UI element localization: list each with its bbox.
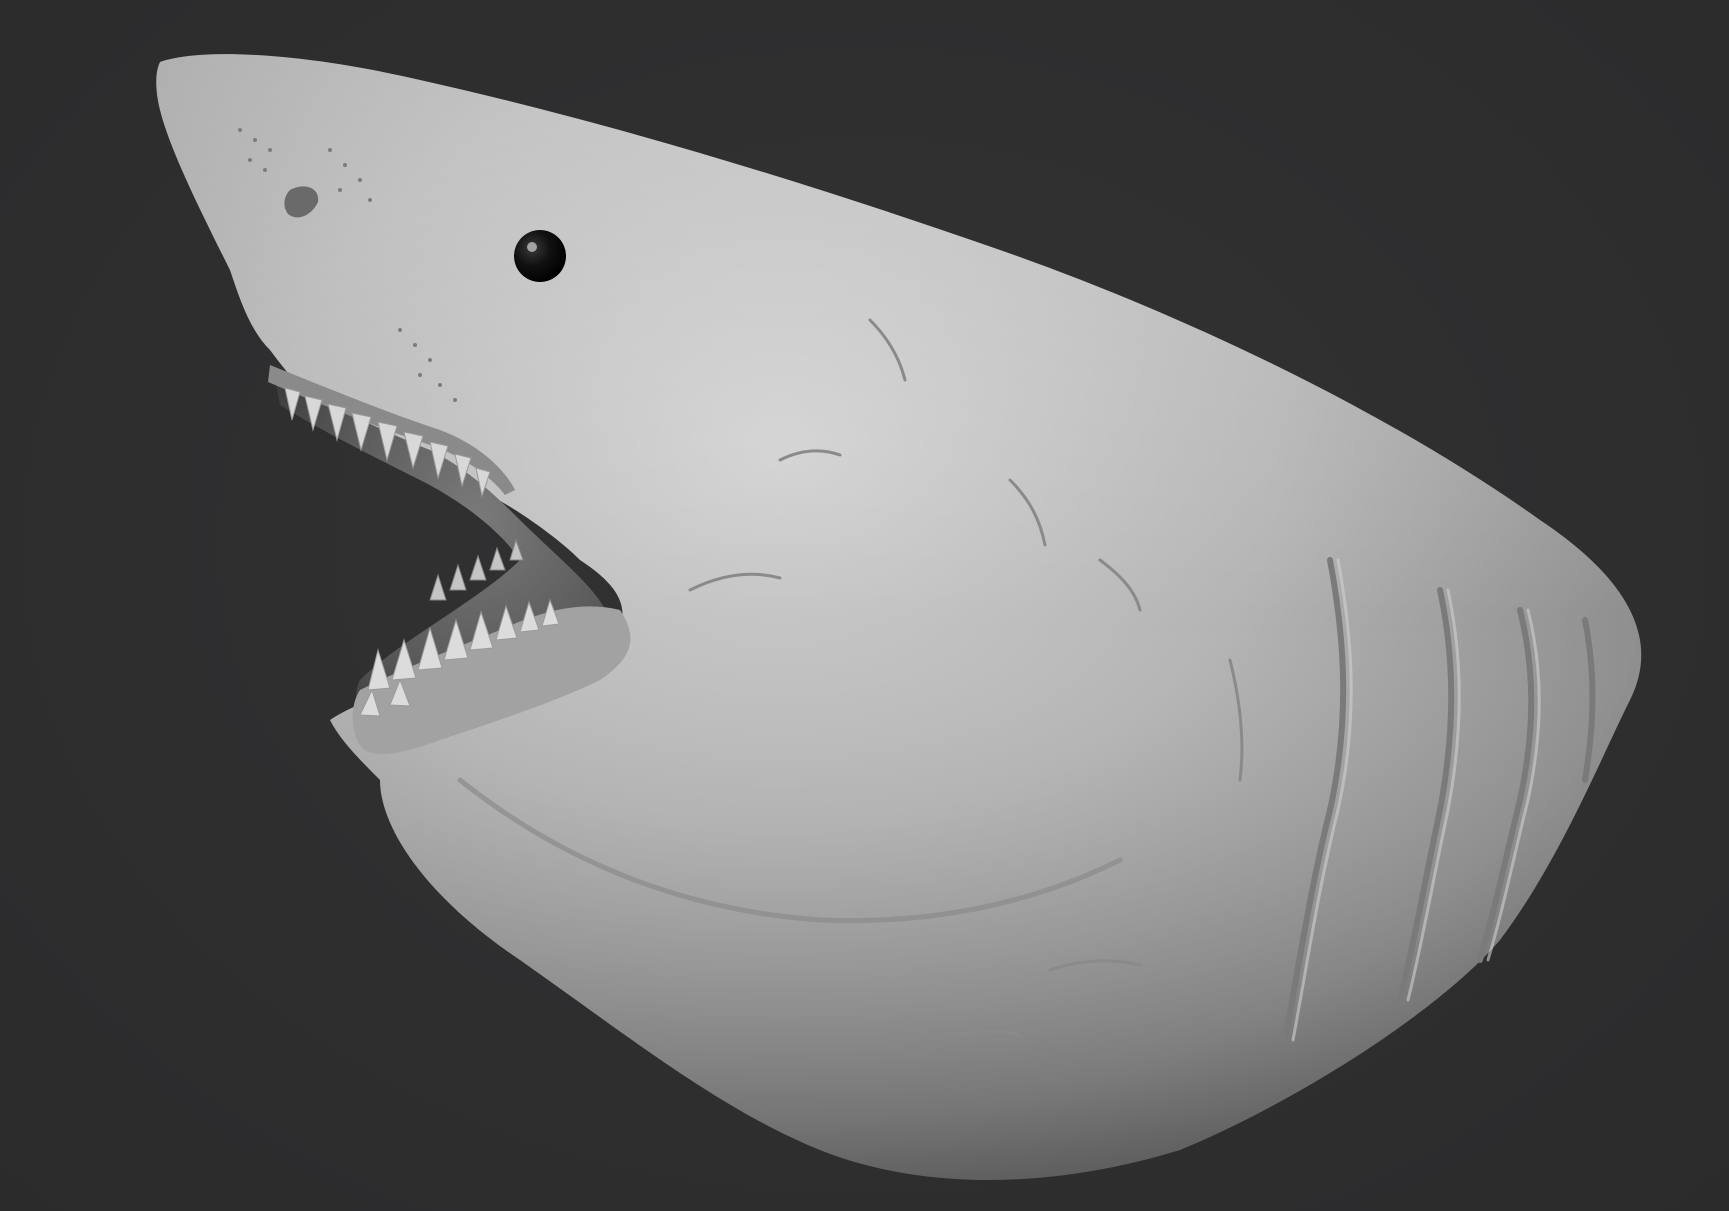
eye-icon xyxy=(514,230,566,282)
shading-overlay xyxy=(156,54,1642,1181)
sculpt-viewport[interactable] xyxy=(0,0,1729,1211)
shark-sculpt-render xyxy=(156,54,1642,1181)
eye-highlight xyxy=(527,242,537,252)
